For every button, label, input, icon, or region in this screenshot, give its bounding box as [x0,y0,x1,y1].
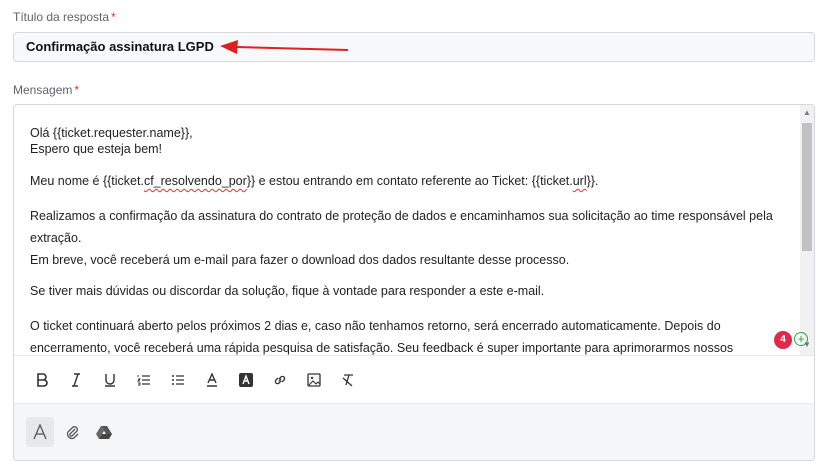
text-format-icon[interactable] [26,417,54,447]
attachment-icon[interactable] [58,417,86,447]
clear-format-icon[interactable] [334,366,362,394]
wellbeing-line: Espero que esteja bem! [30,142,163,156]
grammar-issues-badge[interactable]: 4 [774,331,792,349]
image-icon[interactable] [300,366,328,394]
editor-scrollbar[interactable]: ▲ ▼ [800,105,814,355]
title-label-text: Título da resposta [13,10,110,24]
annotation-arrow-icon [220,40,349,54]
underline-icon[interactable] [96,366,124,394]
highlight-icon[interactable] [232,366,260,394]
response-title-input[interactable]: Confirmação assinatura LGPD [13,32,815,62]
doubts-paragraph: Se tiver mais dúvidas ou discordar da so… [30,284,545,298]
intro-paragraph: Meu nome é {{ticket.cf_resolvendo_por}} … [30,173,784,189]
required-mark: * [74,83,80,97]
intro-text-end: }}. [586,174,599,188]
google-drive-icon[interactable] [90,417,118,447]
message-field-label: Mensagem * [13,83,79,97]
message-body[interactable]: Olá {{ticket.requester.name}}, Espero qu… [14,105,800,355]
intro-text-mid: }} e estou entrando em contato referente… [246,174,573,188]
intro-text-start: Meu nome é {{ticket. [30,174,144,188]
confirmation-paragraph: Realizamos a confirmação da assinatura d… [30,209,773,245]
greeting-line: Olá {{ticket.requester.name}}, [30,126,193,140]
italic-icon[interactable] [62,366,90,394]
grammar-plus-icon[interactable]: + [794,332,808,346]
scroll-thumb[interactable] [802,123,812,251]
required-mark: * [111,10,116,24]
bullet-list-icon[interactable] [164,366,192,394]
bold-icon[interactable] [28,366,56,394]
message-editor: Olá {{ticket.requester.name}}, Espero qu… [13,104,815,461]
placeholder-url: url [572,174,587,188]
formatting-toolbar [14,355,814,403]
editor-footer [14,403,814,460]
placeholder-resolvendo: cf_resolvendo_por [143,174,247,188]
download-paragraph: Em breve, você receberá um e-mail para f… [30,253,570,267]
message-label-text: Mensagem [13,83,73,97]
text-color-icon[interactable] [198,366,226,394]
scroll-up-icon[interactable]: ▲ [803,109,811,117]
title-field-label: Título da resposta * [13,10,116,24]
link-icon[interactable] [266,366,294,394]
ordered-list-icon[interactable] [130,366,158,394]
closing-paragraph: O ticket continuará aberto pelos próximo… [30,319,734,355]
